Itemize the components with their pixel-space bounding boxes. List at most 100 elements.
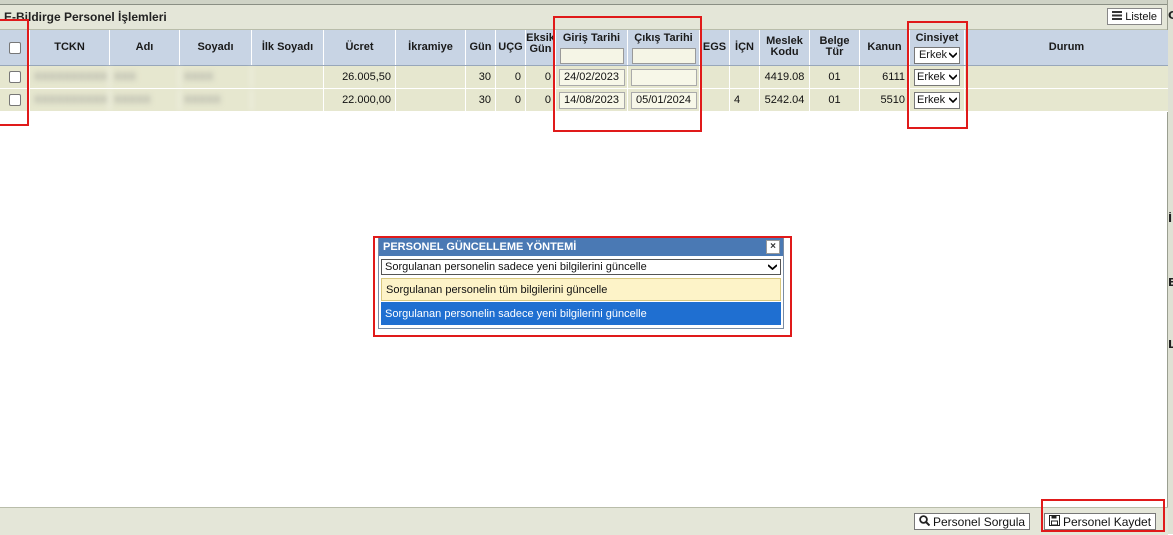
listele-button[interactable]: Listele bbox=[1107, 8, 1162, 25]
cell-giris: 14/08/2023 bbox=[556, 89, 628, 111]
chevron-down-icon bbox=[767, 261, 778, 273]
row-checkbox[interactable] bbox=[8, 71, 21, 83]
chevron-down-icon bbox=[948, 50, 958, 61]
cell-adi: XXXXX bbox=[110, 89, 180, 111]
cell-eksik-gun: 0 bbox=[526, 89, 556, 111]
cell-egs bbox=[700, 66, 730, 88]
save-icon bbox=[1049, 514, 1060, 529]
col-ucg[interactable]: UÇG bbox=[496, 30, 526, 65]
page-title: E-Bildirge Personel İşlemleri bbox=[4, 10, 167, 24]
panel-header: E-Bildirge Personel İşlemleri Listele bbox=[0, 5, 1168, 30]
cikis-date-input[interactable]: 05/01/2024 bbox=[630, 91, 697, 109]
cell-ucg: 0 bbox=[496, 89, 526, 111]
cikis-date-input[interactable] bbox=[630, 68, 697, 86]
cell-egs bbox=[700, 89, 730, 111]
col-ucret[interactable]: Ücret bbox=[324, 30, 396, 65]
col-meslek-line2: Kodu bbox=[770, 46, 799, 58]
dialog-titlebar: PERSONEL GÜNCELLEME YÖNTEMİ × bbox=[379, 238, 783, 256]
cell-tckn: XXXXXXXXXX bbox=[30, 89, 110, 111]
giris-filter-input[interactable] bbox=[559, 48, 624, 64]
select-all-cell bbox=[0, 30, 30, 65]
edge-letter: E bbox=[1168, 276, 1173, 289]
col-adi[interactable]: Adı bbox=[110, 30, 180, 65]
cell-soyadi: XXXX bbox=[180, 66, 252, 88]
col-ikramiye[interactable]: İkramiye bbox=[396, 30, 466, 65]
cell-soyadi: XXXXX bbox=[180, 89, 252, 111]
edge-letter: İ bbox=[1168, 212, 1173, 225]
personel-sorgula-button[interactable]: Personel Sorgula bbox=[914, 513, 1031, 530]
row-checkbox[interactable] bbox=[8, 94, 21, 106]
giris-date-input[interactable]: 24/02/2023 bbox=[558, 68, 625, 86]
close-icon[interactable]: × bbox=[766, 240, 780, 254]
col-soyadi[interactable]: Soyadı bbox=[180, 30, 252, 65]
col-gun[interactable]: Gün bbox=[466, 30, 496, 65]
cell-gun: 30 bbox=[466, 66, 496, 88]
cell-belge-tur: 01 bbox=[810, 66, 860, 88]
cell-ilk-soyadi bbox=[252, 66, 324, 88]
cell-ikramiye bbox=[396, 66, 466, 88]
col-cinsiyet-label: Cinsiyet bbox=[915, 32, 959, 44]
row-select-cell bbox=[0, 89, 30, 111]
cell-meslek-kodu: 5242.04 bbox=[760, 89, 810, 111]
cinsiyet-value: Erkek bbox=[917, 71, 946, 83]
table-header: TCKN Adı Soyadı İlk Soyadı Ücret İkramiy… bbox=[0, 30, 1168, 66]
cinsiyet-filter-select[interactable]: Erkek bbox=[914, 47, 960, 64]
cell-icn: 4 bbox=[730, 89, 760, 111]
cell-eksik-gun: 0 bbox=[526, 66, 556, 88]
personel-sorgula-label: Personel Sorgula bbox=[933, 514, 1026, 529]
cell-kanun: 5510 bbox=[860, 89, 910, 111]
col-cinsiyet[interactable]: Cinsiyet Erkek bbox=[910, 30, 965, 65]
col-belge-tur[interactable]: Belge Tür bbox=[810, 30, 860, 65]
cell-belge-tur: 01 bbox=[810, 89, 860, 111]
cell-ucg: 0 bbox=[496, 66, 526, 88]
action-bar: Personel Sorgula Personel Kaydet bbox=[0, 507, 1168, 535]
cell-giris: 24/02/2023 bbox=[556, 66, 628, 88]
update-method-dialog: PERSONEL GÜNCELLEME YÖNTEMİ × Sorgulanan… bbox=[378, 237, 784, 329]
cell-durum bbox=[965, 89, 1168, 111]
personel-kaydet-button[interactable]: Personel Kaydet bbox=[1044, 513, 1157, 530]
list-icon bbox=[1112, 10, 1123, 23]
giris-date-input[interactable]: 14/08/2023 bbox=[558, 91, 625, 109]
cinsiyet-value: Erkek bbox=[917, 94, 946, 106]
cell-ucret: 26.005,50 bbox=[324, 66, 396, 88]
dialog-title: PERSONEL GÜNCELLEME YÖNTEMİ bbox=[383, 241, 577, 253]
col-egs[interactable]: EGS bbox=[700, 30, 730, 65]
cell-cikis: 05/01/2024 bbox=[628, 89, 700, 111]
cikis-filter-input[interactable] bbox=[631, 48, 696, 64]
update-method-option-selected[interactable]: Sorgulanan personelin sadece yeni bilgil… bbox=[381, 302, 781, 325]
cell-ilk-soyadi bbox=[252, 89, 324, 111]
cell-ucret: 22.000,00 bbox=[324, 89, 396, 111]
cinsiyet-select[interactable]: Erkek bbox=[914, 91, 960, 109]
select-all-checkbox[interactable] bbox=[8, 41, 21, 54]
col-cikis-tarihi[interactable]: Çıkış Tarihi bbox=[628, 30, 700, 65]
listele-label: Listele bbox=[1125, 10, 1157, 23]
table-row[interactable]: XXXXXXXXXX XXXXX XXXXX 22.000,00 30 0 0 … bbox=[0, 89, 1168, 112]
col-giris-tarihi[interactable]: Giriş Tarihi bbox=[556, 30, 628, 65]
chevron-down-icon bbox=[948, 71, 958, 83]
cell-durum bbox=[965, 66, 1168, 88]
cell-cikis bbox=[628, 66, 700, 88]
col-belge-line2: Tür bbox=[825, 46, 844, 58]
edge-letter: G bbox=[1168, 9, 1173, 22]
col-durum[interactable]: Durum bbox=[965, 30, 1168, 65]
col-tckn[interactable]: TCKN bbox=[30, 30, 110, 65]
update-method-select[interactable]: Sorgulanan personelin sadece yeni bilgil… bbox=[381, 259, 781, 275]
cell-cinsiyet: Erkek bbox=[910, 66, 965, 88]
col-icn[interactable]: İÇN bbox=[730, 30, 760, 65]
personel-kaydet-label: Personel Kaydet bbox=[1063, 514, 1152, 529]
col-cikis-label: Çıkış Tarihi bbox=[634, 32, 693, 44]
cell-cinsiyet: Erkek bbox=[910, 89, 965, 111]
cell-ikramiye bbox=[396, 89, 466, 111]
col-eksik-gun[interactable]: Eksik Gün bbox=[526, 30, 556, 65]
cell-icn bbox=[730, 66, 760, 88]
table-row[interactable]: XXXXXXXXXX XXX XXXX 26.005,50 30 0 0 24/… bbox=[0, 66, 1168, 89]
col-meslek-kodu[interactable]: Meslek Kodu bbox=[760, 30, 810, 65]
cinsiyet-select[interactable]: Erkek bbox=[914, 68, 960, 86]
search-icon bbox=[919, 514, 931, 529]
row-select-cell bbox=[0, 66, 30, 88]
update-method-value: Sorgulanan personelin sadece yeni bilgil… bbox=[385, 261, 647, 273]
col-kanun[interactable]: Kanun bbox=[860, 30, 910, 65]
cell-tckn: XXXXXXXXXX bbox=[30, 66, 110, 88]
col-ilk-soyadi[interactable]: İlk Soyadı bbox=[252, 30, 324, 65]
update-method-option[interactable]: Sorgulanan personelin tüm bilgilerini gü… bbox=[381, 278, 781, 301]
